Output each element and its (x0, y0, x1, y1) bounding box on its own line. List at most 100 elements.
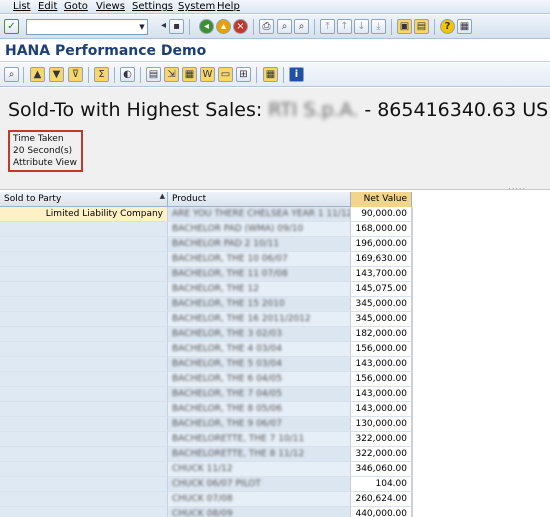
previous-page-icon[interactable]: ↑ (337, 19, 352, 34)
cell-product[interactable]: BACHELOR, THE 10 06/07 (168, 252, 351, 267)
cell-net-value[interactable]: 143,000.00 (351, 387, 412, 402)
menu-system[interactable]: System (178, 1, 215, 13)
table-row[interactable]: CHUCK 08/09 440,000.00 (0, 507, 412, 517)
cell-sold-to-party[interactable] (0, 462, 168, 477)
change-layout-icon[interactable]: ⊞ (236, 67, 251, 82)
enter-icon[interactable]: ✓ (4, 19, 19, 34)
table-row[interactable]: BACHELOR PAD (WMA) 09/10 168,000.00 (0, 222, 412, 237)
cell-net-value[interactable]: 345,000.00 (351, 312, 412, 327)
cell-product[interactable]: ARE YOU THERE CHELSEA YEAR 1 11/12 (168, 207, 351, 222)
table-row[interactable]: BACHELORETTE, THE 8 11/12 322,000.00 (0, 447, 412, 462)
cell-net-value[interactable]: 145,075.00 (351, 282, 412, 297)
information-icon[interactable]: i (289, 67, 304, 82)
help-icon[interactable]: ? (440, 19, 455, 34)
cell-net-value[interactable]: 156,000.00 (351, 372, 412, 387)
cell-product[interactable]: BACHELOR, THE 4 03/04 (168, 342, 351, 357)
cell-product[interactable]: BACHELOR, THE 12 (168, 282, 351, 297)
command-field[interactable] (26, 19, 148, 35)
cell-sold-to-party[interactable] (0, 357, 168, 372)
cell-product[interactable]: CHUCK 11/12 (168, 462, 351, 477)
column-header-product[interactable]: Product (168, 192, 351, 207)
shortcut-icon[interactable]: ▤ (414, 19, 429, 34)
cell-net-value[interactable]: 182,000.00 (351, 327, 412, 342)
details-icon[interactable]: ⌕ (4, 67, 19, 82)
cell-sold-to-party[interactable] (0, 477, 168, 492)
first-page-icon[interactable]: ⤒ (320, 19, 335, 34)
last-page-icon[interactable]: ⤓ (371, 19, 386, 34)
cell-product[interactable]: BACHELORETTE, THE 7 10/11 (168, 432, 351, 447)
cell-sold-to-party[interactable]: Limited Liability Company (0, 207, 168, 222)
next-page-icon[interactable]: ↓ (354, 19, 369, 34)
cell-sold-to-party[interactable] (0, 507, 168, 517)
cell-net-value[interactable]: 143,000.00 (351, 357, 412, 372)
change-layout-grid-icon[interactable]: ▦ (263, 67, 278, 82)
table-row[interactable]: CHUCK 11/12 346,060.00 (0, 462, 412, 477)
cell-sold-to-party[interactable] (0, 417, 168, 432)
cell-sold-to-party[interactable] (0, 402, 168, 417)
cell-net-value[interactable]: 143,700.00 (351, 267, 412, 282)
cell-net-value[interactable]: 322,000.00 (351, 447, 412, 462)
menu-goto[interactable]: Goto (64, 1, 88, 13)
table-row[interactable]: Limited Liability Company ARE YOU THERE C… (0, 207, 412, 222)
cell-sold-to-party[interactable] (0, 372, 168, 387)
cell-net-value[interactable]: 104.00 (351, 477, 412, 492)
cell-product[interactable]: CHUCK 08/09 (168, 507, 351, 517)
table-row[interactable]: BACHELOR, THE 4 03/04 156,000.00 (0, 342, 412, 357)
menu-settings[interactable]: Settings (132, 1, 173, 13)
cell-product[interactable]: CHUCK 07/08 (168, 492, 351, 507)
back-icon[interactable]: ◂ (199, 19, 214, 34)
cell-sold-to-party[interactable] (0, 492, 168, 507)
table-row[interactable]: BACHELOR, THE 16 2011/2012 345,000.00 (0, 312, 412, 327)
cell-sold-to-party[interactable] (0, 267, 168, 282)
cell-product[interactable]: BACHELORETTE, THE 8 11/12 (168, 447, 351, 462)
cell-sold-to-party[interactable] (0, 432, 168, 447)
cell-product[interactable]: BACHELOR, THE 16 2011/2012 (168, 312, 351, 327)
cell-sold-to-party[interactable] (0, 312, 168, 327)
cell-product[interactable]: BACHELOR, THE 11 07/08 (168, 267, 351, 282)
customize-icon[interactable]: ▦ (457, 19, 472, 34)
column-header-net-value[interactable]: Net Value (351, 192, 412, 207)
table-row[interactable]: BACHELOR PAD 2 10/11 196,000.00 (0, 237, 412, 252)
table-row[interactable]: BACHELOR, THE 3 02/03 182,000.00 (0, 327, 412, 342)
table-row[interactable]: BACHELOR, THE 9 06/07 130,000.00 (0, 417, 412, 432)
cell-product[interactable]: BACHELOR, THE 5 03/04 (168, 357, 351, 372)
filter-icon[interactable]: ⊽ (68, 67, 83, 82)
menu-help[interactable]: Help (217, 1, 240, 13)
cell-product[interactable]: BACHELOR, THE 7 04/05 (168, 387, 351, 402)
splitter-handle[interactable]: ..... (508, 182, 526, 191)
export-icon[interactable]: ⇲ (164, 67, 179, 82)
table-row[interactable]: CHUCK 07/08 260,624.00 (0, 492, 412, 507)
table-row[interactable]: BACHELOR, THE 15 2010 345,000.00 (0, 297, 412, 312)
menu-list[interactable]: List (13, 1, 30, 13)
cell-sold-to-party[interactable] (0, 222, 168, 237)
cell-product[interactable]: BACHELOR, THE 3 02/03 (168, 327, 351, 342)
cell-product[interactable]: BACHELOR, THE 15 2010 (168, 297, 351, 312)
cell-sold-to-party[interactable] (0, 252, 168, 267)
word-icon[interactable]: W (200, 67, 215, 82)
cell-sold-to-party[interactable] (0, 297, 168, 312)
sort-ascending-icon[interactable]: ▲ (30, 67, 45, 82)
cell-sold-to-party[interactable] (0, 387, 168, 402)
command-field-dropdown-icon[interactable]: ▼ (137, 20, 147, 34)
find-next-icon[interactable]: ⌕ (294, 19, 309, 34)
cell-product[interactable]: BACHELOR, THE 6 04/05 (168, 372, 351, 387)
menu-edit[interactable]: Edit (38, 1, 57, 13)
cell-net-value[interactable]: 322,000.00 (351, 432, 412, 447)
table-row[interactable]: BACHELOR, THE 6 04/05 156,000.00 (0, 372, 412, 387)
cell-net-value[interactable]: 345,000.00 (351, 297, 412, 312)
cell-sold-to-party[interactable] (0, 447, 168, 462)
cell-net-value[interactable]: 346,060.00 (351, 462, 412, 477)
find-icon[interactable]: ⌕ (277, 19, 292, 34)
table-row[interactable]: BACHELOR, THE 10 06/07 169,630.00 (0, 252, 412, 267)
cell-sold-to-party[interactable] (0, 342, 168, 357)
cell-net-value[interactable]: 168,000.00 (351, 222, 412, 237)
cell-product[interactable]: BACHELOR PAD (WMA) 09/10 (168, 222, 351, 237)
exit-icon[interactable]: ▴ (216, 19, 231, 34)
table-row[interactable]: BACHELOR, THE 7 04/05 143,000.00 (0, 387, 412, 402)
sort-descending-icon[interactable]: ▼ (49, 67, 64, 82)
table-row[interactable]: BACHELOR, THE 5 03/04 143,000.00 (0, 357, 412, 372)
cell-net-value[interactable]: 143,000.00 (351, 402, 412, 417)
sum-icon[interactable]: Σ (94, 67, 109, 82)
cell-net-value[interactable]: 169,630.00 (351, 252, 412, 267)
table-row[interactable]: BACHELOR, THE 11 07/08 143,700.00 (0, 267, 412, 282)
